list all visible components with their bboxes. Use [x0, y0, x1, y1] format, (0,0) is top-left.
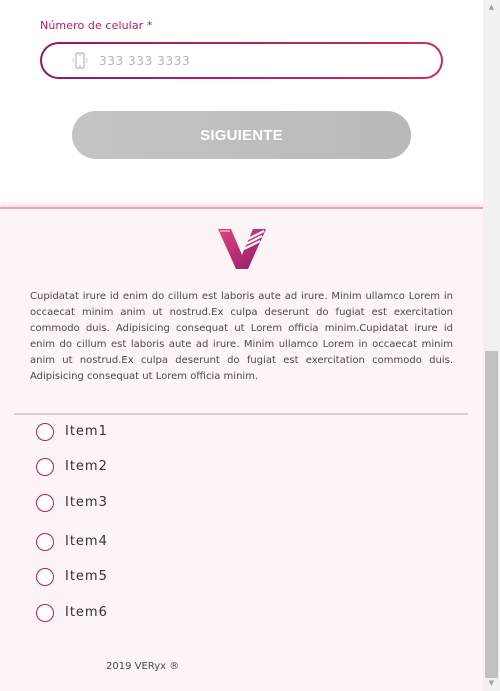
list-item[interactable]: Item2 [36, 456, 108, 476]
copyright: 2019 VERyx ® [106, 661, 180, 672]
list-item[interactable]: Item5 [36, 566, 108, 586]
radio-button[interactable] [36, 458, 54, 476]
item-label: Item1 [65, 423, 108, 439]
scroll-up-arrow-icon[interactable]: ▲ [487, 3, 496, 12]
phone-input[interactable] [99, 53, 441, 68]
mobile-phone-icon [70, 51, 90, 71]
radio-button[interactable] [36, 494, 54, 512]
scroll-down-arrow-icon[interactable]: ▼ [487, 679, 496, 688]
list-item[interactable]: Item6 [36, 602, 108, 622]
list-item[interactable]: Item4 [36, 531, 108, 551]
item-label: Item2 [65, 458, 108, 474]
phone-field-label: Número de celular * [40, 19, 153, 32]
page: Número de celular * SIGUIENTE [0, 0, 483, 691]
radio-button[interactable] [36, 423, 54, 441]
item-label: Item6 [65, 604, 108, 620]
scrollbar-thumb[interactable] [485, 351, 498, 678]
next-button[interactable]: SIGUIENTE [72, 111, 411, 159]
scrollbar[interactable]: ▲ ▼ [483, 0, 500, 691]
list-item[interactable]: Item3 [36, 492, 108, 512]
item-label: Item4 [65, 533, 108, 549]
phone-form: Número de celular * SIGUIENTE [0, 0, 483, 208]
item-label: Item3 [65, 494, 108, 510]
radio-button[interactable] [36, 533, 54, 551]
footer: Cupidatat irure id enim do cillum est la… [0, 207, 483, 691]
divider [14, 413, 468, 415]
phone-field[interactable] [40, 42, 443, 79]
list-item[interactable]: Item1 [36, 421, 108, 441]
phone-field-inner [42, 44, 441, 77]
radio-button[interactable] [36, 604, 54, 622]
item-label: Item5 [65, 568, 108, 584]
radio-button[interactable] [36, 568, 54, 586]
footer-description: Cupidatat irure id enim do cillum est la… [30, 291, 453, 382]
brand-logo [216, 225, 268, 271]
